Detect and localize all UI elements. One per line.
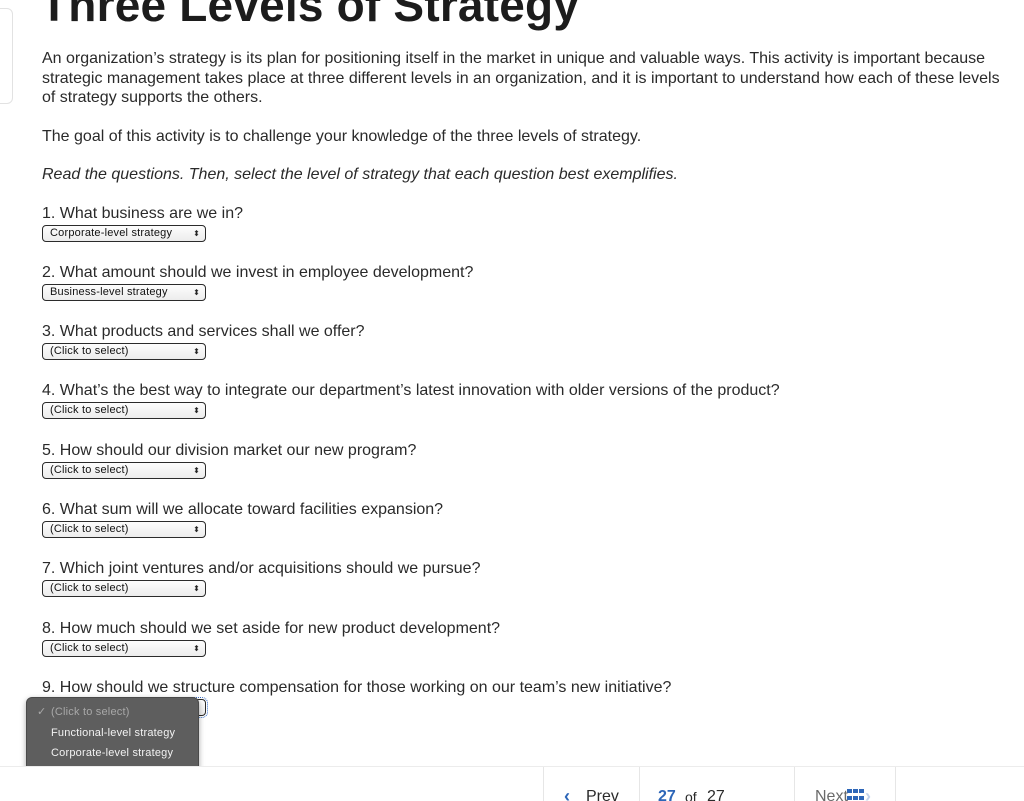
- strategy-select[interactable]: (Click to select) ⬍: [42, 343, 206, 361]
- question-text: 5. How should our division market our ne…: [42, 441, 417, 459]
- strategy-select[interactable]: (Click to select) ⬍: [42, 461, 206, 479]
- chevron-left-icon: ‹: [564, 786, 570, 801]
- current-page: 27: [658, 788, 676, 801]
- select-arrows-icon: ⬍: [193, 287, 200, 297]
- select-arrows-icon: ⬍: [193, 465, 200, 475]
- dropdown-option[interactable]: Functional-level strategy: [27, 723, 198, 744]
- strategy-select[interactable]: (Click to select) ⬍: [42, 639, 206, 657]
- select-arrows-icon: ⬍: [193, 524, 200, 534]
- chevron-right-icon: ›: [865, 786, 871, 801]
- strategy-select[interactable]: Corporate-level strategy ⬍: [42, 224, 206, 242]
- side-panel-tab[interactable]: [0, 8, 13, 104]
- strategy-select[interactable]: Business-level strategy ⬍: [42, 283, 206, 301]
- question-text: 6. What sum will we allocate toward faci…: [42, 500, 444, 518]
- option-label: Functional-level strategy: [51, 726, 176, 739]
- option-label: Corporate-level strategy: [51, 747, 174, 760]
- strategy-select[interactable]: (Click to select) ⬍: [42, 402, 206, 420]
- option-label: (Click to select): [51, 706, 130, 718]
- question-text: 1. What business are we in?: [42, 204, 243, 222]
- question-item: 2. What amount should we invest in emplo…: [42, 263, 1012, 322]
- intro-paragraph: An organization’s strategy is its plan f…: [42, 50, 1000, 106]
- footer-navigation: ‹ Prev 27 of 27 Next ›: [0, 766, 1024, 801]
- question-text: 3. What products and services shall we o…: [42, 323, 365, 341]
- select-arrows-icon: ⬍: [193, 584, 200, 594]
- page-of-label: of: [685, 789, 697, 801]
- strategy-select[interactable]: (Click to select) ⬍: [42, 580, 206, 598]
- question-item: 5. How should our division market our ne…: [42, 441, 1012, 500]
- select-value: Business-level strategy: [50, 285, 168, 298]
- activity-content: An organization’s strategy is its plan f…: [40, 49, 1012, 737]
- pagination: ‹ Prev 27 of 27 Next ›: [543, 767, 896, 801]
- total-pages: 27: [707, 788, 725, 801]
- select-arrows-icon: ⬍: [193, 347, 200, 357]
- next-label: Next: [815, 788, 848, 801]
- question-text: 4. What’s the best way to integrate our …: [42, 382, 780, 400]
- select-value: (Click to select): [50, 582, 129, 595]
- select-arrows-icon: ⬍: [193, 643, 200, 653]
- select-value: (Click to select): [50, 463, 129, 476]
- page-indicator[interactable]: 27 of 27: [639, 767, 864, 801]
- dropdown-option[interactable]: Corporate-level strategy: [27, 743, 198, 764]
- question-item: 1. What business are we in? Corporate-le…: [42, 204, 1012, 263]
- question-text: 2. What amount should we invest in emplo…: [42, 263, 474, 281]
- instructions-paragraph: Read the questions. Then, select the lev…: [42, 166, 678, 183]
- prev-button[interactable]: ‹ Prev: [543, 767, 639, 801]
- question-item: 7. Which joint ventures and/or acquisiti…: [42, 559, 1012, 618]
- goal-paragraph: The goal of this activity is to challeng…: [42, 127, 642, 145]
- question-item: 8. How much should we set aside for new …: [42, 619, 1012, 678]
- question-item: 6. What sum will we allocate toward faci…: [42, 500, 1012, 559]
- question-text: 8. How much should we set aside for new …: [42, 619, 501, 637]
- select-value: Corporate-level strategy: [50, 226, 173, 239]
- question-item: 3. What products and services shall we o…: [42, 322, 1012, 381]
- select-value: (Click to select): [50, 522, 129, 535]
- question-text: 9. How should we structure compensation …: [42, 678, 672, 696]
- select-value: (Click to select): [50, 404, 129, 417]
- select-value: (Click to select): [50, 345, 129, 358]
- question-item: 4. What’s the best way to integrate our …: [42, 381, 1012, 440]
- prev-label: Prev: [586, 788, 619, 801]
- select-arrows-icon: ⬍: [193, 406, 200, 416]
- dropdown-option[interactable]: ✓ (Click to select): [27, 702, 198, 723]
- select-value: (Click to select): [50, 641, 129, 654]
- next-button[interactable]: Next ›: [794, 767, 896, 801]
- page-title: Three Levels of Strategy: [40, 0, 580, 31]
- select-arrows-icon: ⬍: [193, 228, 200, 238]
- check-icon: ✓: [37, 706, 47, 718]
- strategy-select[interactable]: (Click to select) ⬍: [42, 520, 206, 538]
- question-text: 7. Which joint ventures and/or acquisiti…: [42, 560, 481, 578]
